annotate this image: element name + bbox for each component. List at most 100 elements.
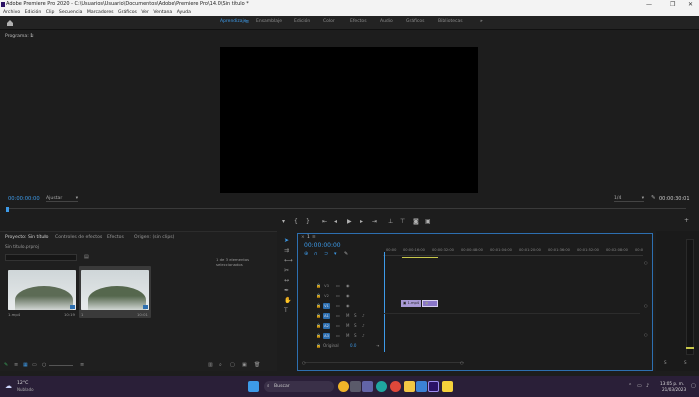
linked-selection-icon[interactable]: ⊃ bbox=[324, 251, 328, 257]
new-bin-icon[interactable]: ▢ bbox=[230, 362, 235, 368]
track-select-tool-icon[interactable]: ⇉ bbox=[284, 247, 289, 254]
master-volume-value[interactable]: 0.0 bbox=[350, 343, 356, 348]
eye-icon[interactable]: ◉ bbox=[346, 283, 350, 288]
track-header-a1[interactable]: 🔒 A1 ▭ M S ♪ bbox=[312, 313, 384, 320]
scroll-handle-icon[interactable]: ○ bbox=[644, 303, 648, 308]
workspace-bibliotecas[interactable]: Bibliotecas bbox=[438, 19, 463, 24]
home-icon[interactable] bbox=[6, 19, 14, 27]
program-monitor-label[interactable]: Programa: 1 bbox=[5, 34, 33, 39]
fit-dropdown[interactable]: Ajustar ▾ bbox=[46, 195, 78, 202]
go-to-end-icon[interactable]: ⇥ bbox=[376, 343, 379, 348]
comparison-view-icon[interactable]: ▣ bbox=[425, 218, 431, 225]
solo-icon[interactable]: S bbox=[354, 323, 357, 328]
wrench-icon[interactable]: ✎ bbox=[651, 195, 656, 201]
timeline-timecode[interactable]: 00:00:00:00 bbox=[304, 242, 341, 249]
tray-chevron-icon[interactable]: ⌃ bbox=[628, 383, 632, 389]
track-label-a1[interactable]: A1 bbox=[323, 313, 330, 319]
zoom-slider[interactable] bbox=[49, 365, 73, 366]
tab-source[interactable]: Origen: (sin clips) bbox=[134, 235, 174, 240]
icon-view-icon[interactable]: ▦ bbox=[23, 362, 28, 368]
menu-clip[interactable]: Clip bbox=[46, 10, 55, 15]
timeline-scrollbar-h[interactable]: ○ ○ bbox=[302, 360, 464, 365]
menu-ver[interactable]: Ver bbox=[141, 10, 149, 15]
clock-date[interactable]: 21/03/2023 bbox=[662, 387, 686, 392]
sync-lock-icon[interactable]: ▭ bbox=[336, 313, 340, 318]
eye-icon[interactable]: ◉ bbox=[346, 303, 350, 308]
file-explorer-icon[interactable] bbox=[404, 381, 415, 392]
menu-ventana[interactable]: Ventana bbox=[153, 10, 172, 15]
mic-icon[interactable]: ♪ bbox=[362, 333, 365, 338]
nest-icon[interactable]: ⊕ bbox=[304, 251, 308, 257]
track-header-a3[interactable]: 🔒 A3 ▭ M S ♪ bbox=[312, 333, 384, 340]
minimize-button[interactable]: — bbox=[646, 0, 652, 9]
add-marker-icon[interactable]: ▾ bbox=[282, 218, 285, 225]
pen-tool-icon[interactable]: ✒ bbox=[284, 287, 289, 294]
weather-icon[interactable]: ☁ bbox=[5, 382, 12, 390]
step-forward-icon[interactable]: ▸ bbox=[360, 218, 363, 225]
tab-effects[interactable]: Efectos bbox=[107, 235, 124, 240]
selection-tool-icon[interactable]: ➤ bbox=[284, 237, 289, 244]
go-to-in-icon[interactable]: ⇤ bbox=[322, 218, 327, 225]
menu-graficos[interactable]: Gráficos bbox=[118, 10, 137, 15]
trash-icon[interactable]: 🗑 bbox=[254, 362, 260, 368]
edge-browser-icon[interactable] bbox=[376, 381, 387, 392]
clip-thumbnail[interactable] bbox=[81, 270, 149, 310]
type-tool-icon[interactable]: T bbox=[284, 307, 288, 314]
quality-dropdown[interactable]: 1/4 ▾ bbox=[614, 195, 644, 202]
lock-icon[interactable]: 🔒 bbox=[316, 313, 321, 318]
freeform-view-icon[interactable]: ▭ bbox=[32, 362, 37, 368]
step-back-icon[interactable]: ◂ bbox=[334, 218, 337, 225]
go-to-out-icon[interactable]: ⇥ bbox=[372, 218, 377, 225]
workspace-edicion[interactable]: Edición bbox=[294, 19, 310, 24]
notification-icon[interactable]: ▢ bbox=[691, 383, 696, 389]
timeline-scrollbar-v[interactable]: ○ ○ ○ bbox=[644, 260, 648, 338]
menu-ayuda[interactable]: Ayuda bbox=[177, 10, 191, 15]
menu-edicion[interactable]: Edición bbox=[25, 10, 42, 15]
tab-project[interactable]: Proyecto: Sin título bbox=[5, 235, 48, 240]
add-marker-icon[interactable]: ▾ bbox=[334, 251, 337, 257]
scroll-handle-icon[interactable]: ○ bbox=[644, 332, 648, 337]
meter-solo-button[interactable]: S bbox=[684, 360, 687, 365]
track-header-v3[interactable]: 🔒 V3 ▭ ◉ bbox=[312, 283, 384, 290]
track-label-a2[interactable]: A2 bbox=[323, 323, 330, 329]
start-button[interactable] bbox=[248, 381, 259, 392]
track-header-v1[interactable]: 🔒 V1 ▭ ◉ bbox=[312, 303, 384, 310]
mute-icon[interactable]: M bbox=[346, 333, 349, 338]
lock-icon[interactable]: 🔒 bbox=[316, 323, 321, 328]
search-icon[interactable]: ⌕ bbox=[219, 362, 222, 368]
workspace-efectos[interactable]: Efectos bbox=[350, 19, 367, 24]
meter-solo-button[interactable]: S bbox=[664, 360, 667, 365]
volume-icon[interactable]: ♪ bbox=[646, 383, 649, 389]
menu-marcadores[interactable]: Marcadores bbox=[87, 10, 114, 15]
master-track-header[interactable]: 🔒 Original 0.0 ⇥ bbox=[312, 343, 384, 350]
export-frame-icon[interactable]: ◙ bbox=[413, 218, 419, 225]
add-button-icon[interactable]: + bbox=[684, 217, 689, 224]
mic-icon[interactable]: ♪ bbox=[362, 323, 365, 328]
workspace-audio[interactable]: Audio bbox=[380, 19, 393, 24]
snap-icon[interactable]: ∩ bbox=[314, 251, 318, 257]
workspace-color[interactable]: Color bbox=[323, 19, 335, 24]
track-label-v1[interactable]: V1 bbox=[323, 303, 330, 309]
timeline-playhead[interactable] bbox=[384, 252, 385, 352]
playhead-marker[interactable] bbox=[6, 207, 9, 212]
sync-lock-icon[interactable]: ▭ bbox=[336, 283, 340, 288]
new-bin-icon[interactable]: ▤ bbox=[84, 254, 89, 260]
workspace-ensamblaje[interactable]: Ensamblaje bbox=[256, 19, 282, 24]
track-header-v2[interactable]: 🔒 V2 ▭ ◉ bbox=[312, 293, 384, 300]
store-app-icon[interactable] bbox=[416, 381, 427, 392]
hand-tool-icon[interactable]: ✋ bbox=[284, 297, 291, 304]
task-view-icon[interactable] bbox=[350, 381, 361, 392]
solo-icon[interactable]: S bbox=[354, 313, 357, 318]
scroll-handle-icon[interactable]: ○ bbox=[302, 360, 306, 365]
paint-app-icon[interactable] bbox=[338, 381, 349, 392]
menu-archivo[interactable]: Archivo bbox=[3, 10, 20, 15]
sort-icon[interactable]: ≡ bbox=[80, 362, 84, 368]
automate-icon[interactable]: ▥ bbox=[208, 362, 213, 368]
video-clip[interactable]: ▣ 1.mp4 bbox=[401, 300, 421, 307]
zoom-out-icon[interactable]: ○ bbox=[42, 362, 46, 368]
workspace-graficos[interactable]: Gráficos bbox=[406, 19, 425, 24]
mute-icon[interactable]: M bbox=[346, 323, 349, 328]
tab-effect-controls[interactable]: Controles de efectos bbox=[55, 235, 102, 240]
new-item-icon[interactable]: ▣ bbox=[242, 362, 247, 368]
wrench-icon[interactable]: ✎ bbox=[344, 251, 348, 257]
